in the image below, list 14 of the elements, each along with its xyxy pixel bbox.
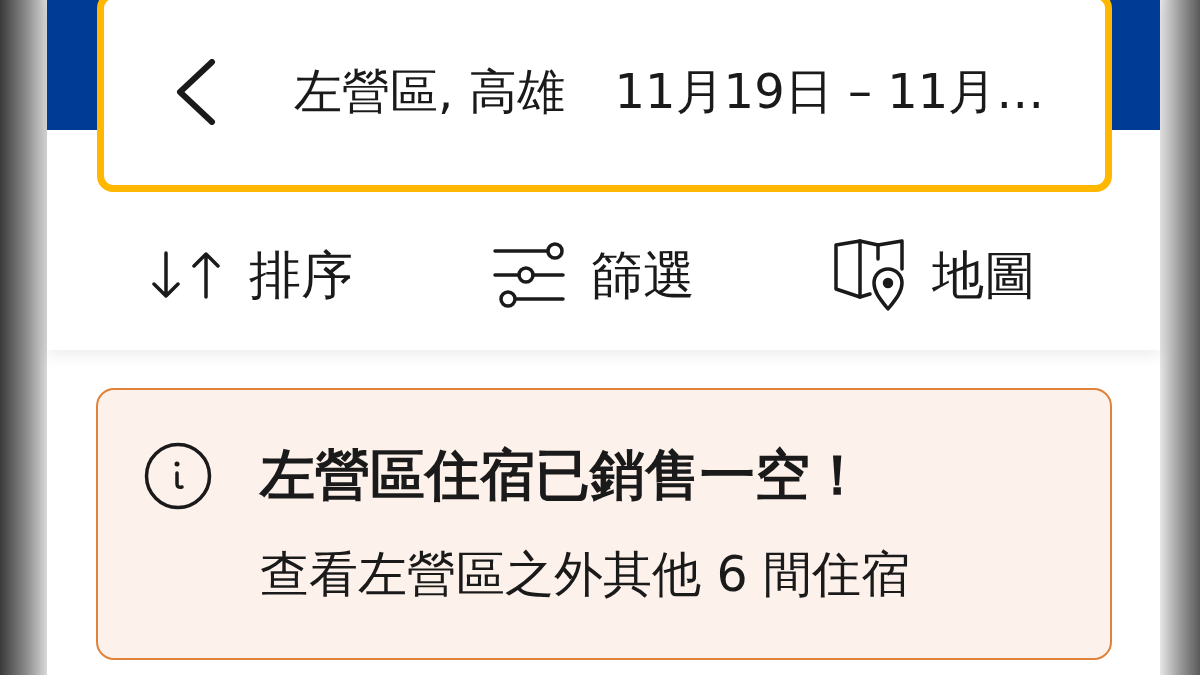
map-button[interactable]: 地圖 <box>834 239 1036 311</box>
alert-message: 查看左營區之外其他 6 間住宿 <box>260 546 911 605</box>
sort-button[interactable]: 排序 <box>151 243 353 307</box>
sliders-icon <box>492 242 565 308</box>
back-button[interactable] <box>174 58 218 126</box>
sort-arrows-icon <box>151 250 223 300</box>
map-pin-icon <box>834 239 906 311</box>
filter-button[interactable]: 篩選 <box>492 242 695 308</box>
back-chevron-icon <box>176 59 216 125</box>
search-bar[interactable]: 左營區, 高雄 11月19日 – 11月… <box>97 0 1112 192</box>
dates-text: 11月19日 – 11月… <box>614 63 1045 121</box>
location-text: 左營區, 高雄 <box>294 63 565 121</box>
alert-title: 左營區住宿已銷售一空！ <box>260 442 866 508</box>
info-icon <box>144 442 212 510</box>
